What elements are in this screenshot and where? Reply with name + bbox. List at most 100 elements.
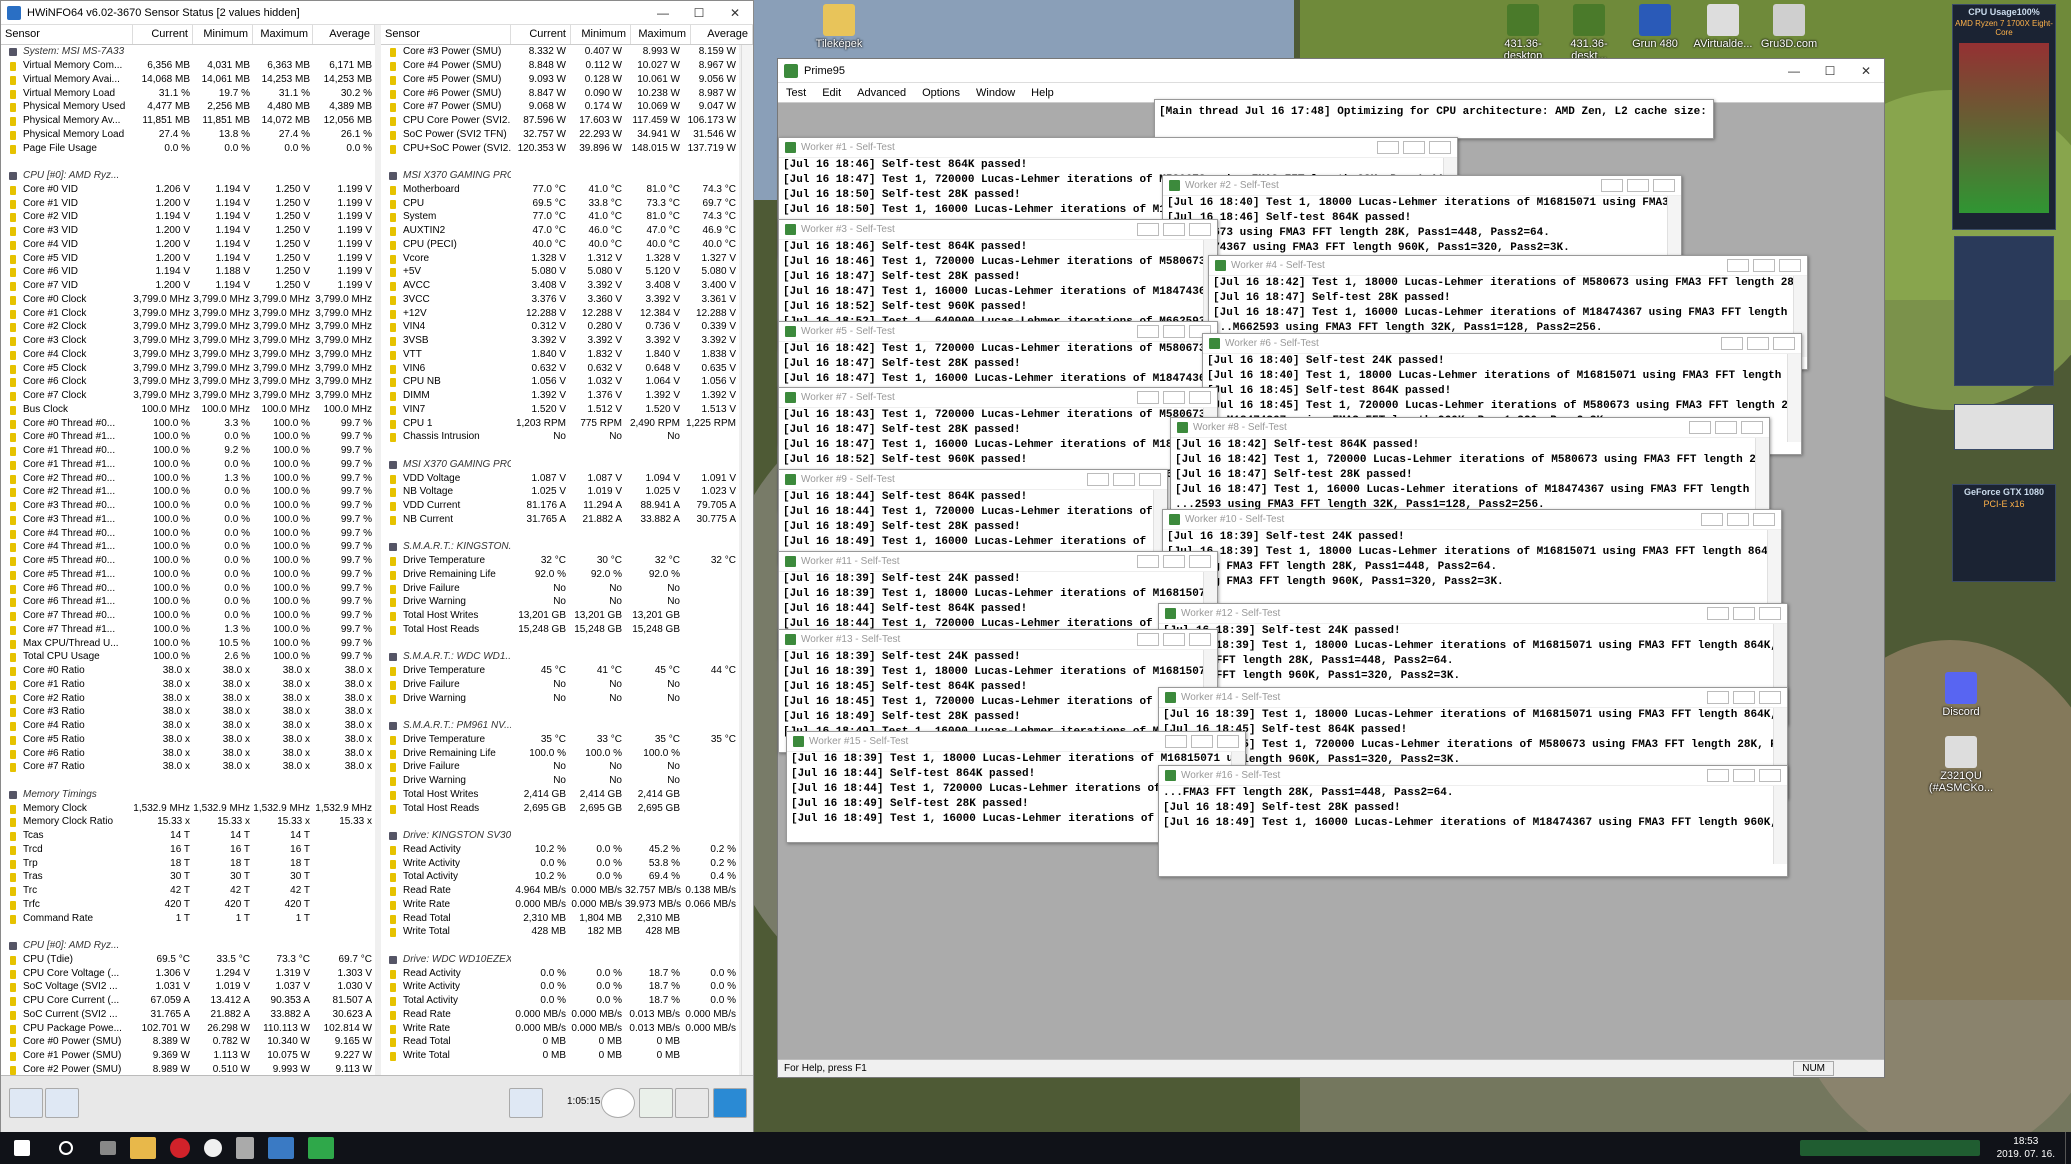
close-icon[interactable] [1189, 555, 1211, 568]
hwinfo-window[interactable]: HWiNFO64 v6.02-3670 Sensor Status [2 val… [0, 0, 754, 1133]
sensor-row[interactable]: Virtual Memory Com... 6,356 MB 4,031 MB 6,3… [1, 59, 375, 73]
header-current[interactable]: Current [133, 25, 193, 44]
sensor-group-header[interactable]: MSI X370 GAMING PRO... [381, 169, 739, 183]
header-maximum[interactable]: Maximum [253, 25, 313, 44]
sensor-row[interactable]: Core #2 Clock 3,799.0 MHz 3,799.0 MHz 3,799… [1, 320, 375, 334]
worker-titlebar[interactable]: Worker #16 - Self-Test [1159, 766, 1787, 786]
calculator-icon[interactable] [236, 1137, 254, 1159]
sensor-row[interactable]: Read Activity 10.2 % 0.0 % 45.2 % 0.2 % [381, 843, 739, 857]
header-minimum-2[interactable]: Minimum [571, 25, 631, 44]
sensor-row[interactable]: Core #7 Thread #0... 100.0 % 0.0 % 100.0 % 9… [1, 609, 375, 623]
hwinfo-taskbar-icon[interactable] [268, 1137, 294, 1159]
sensor-row[interactable]: Total Activity 10.2 % 0.0 % 69.4 % 0.4 % [381, 870, 739, 884]
minimize-icon[interactable] [1137, 223, 1159, 236]
minimize-icon[interactable] [1137, 325, 1159, 338]
worker-titlebar[interactable]: Worker #14 - Self-Test [1159, 688, 1787, 708]
nav-right-button[interactable] [45, 1088, 79, 1118]
worker-titlebar[interactable]: Worker #4 - Self-Test [1209, 256, 1807, 276]
sensor-row[interactable]: Core #6 VID 1.194 V 1.188 V 1.250 V 1.199 V [1, 265, 375, 279]
header-minimum[interactable]: Minimum [193, 25, 253, 44]
sensor-row[interactable]: Drive Failure No No No [381, 581, 739, 595]
sensor-row[interactable]: Core #7 Clock 3,799.0 MHz 3,799.0 MHz 3,799… [1, 389, 375, 403]
sensor-group-header[interactable]: S.M.A.R.T.: WDC WD1... [381, 650, 739, 664]
sensor-row[interactable]: Core #4 Thread #0... 100.0 % 0.0 % 100.0 % 9… [1, 526, 375, 540]
sensor-row[interactable]: VIN4 0.312 V 0.280 V 0.736 V 0.339 V [381, 320, 739, 334]
sensor-group-header[interactable]: CPU [#0]: AMD Ryz... [1, 939, 375, 953]
file-explorer-icon[interactable] [130, 1137, 156, 1159]
sensor-row[interactable]: Physical Memory Av... 11,851 MB 11,851 MB 1… [1, 114, 375, 128]
worker-titlebar[interactable]: Worker #13 - Self-Test [779, 630, 1217, 650]
hwinfo-sensor-list-left[interactable]: System: MSI MS-7A33 Virtual Memory Com...… [1, 45, 375, 1075]
worker-titlebar[interactable]: Worker #15 - Self-Test [787, 732, 1245, 752]
desktop-icon-tilekepek[interactable]: Tileképek [806, 4, 872, 50]
sensor-row[interactable]: Core #5 Thread #0... 100.0 % 0.0 % 100.0 % 9… [1, 554, 375, 568]
sensor-row[interactable]: Drive Warning No No No [381, 774, 739, 788]
maximize-icon[interactable] [1113, 473, 1135, 486]
maximize-icon[interactable] [1163, 555, 1185, 568]
prime95-taskbar-icon[interactable] [308, 1137, 334, 1159]
minimize-icon[interactable] [1727, 259, 1749, 272]
sensor-row[interactable]: Core #6 Thread #1... 100.0 % 0.0 % 100.0 % 9… [1, 595, 375, 609]
mini-gadget[interactable] [1954, 404, 2054, 450]
sensor-group-header[interactable]: System: MSI MS-7A33 [1, 45, 375, 59]
sensor-row[interactable]: Core #2 Power (SMU) 8.989 W 0.510 W 9.993 W… [1, 1063, 375, 1076]
sensor-row[interactable]: Write Total 0 MB 0 MB 0 MB [381, 1049, 739, 1063]
sensor-row[interactable]: Core #0 Power (SMU) 8.389 W 0.782 W 10.340 … [1, 1035, 375, 1049]
sensor-row[interactable]: CPU (PECI) 40.0 °C 40.0 °C 40.0 °C 40.0 °C [381, 238, 739, 252]
sensor-row[interactable]: Drive Warning No No No [381, 595, 739, 609]
sensor-row[interactable]: Trp 18 T 18 T 18 T [1, 856, 375, 870]
minimize-icon[interactable] [1689, 421, 1711, 434]
sensor-row[interactable]: Write Total 428 MB 182 MB 428 MB [381, 925, 739, 939]
sensor-row[interactable]: Drive Remaining Life 92.0 % 92.0 % 92.0 % [381, 568, 739, 582]
minimize-icon[interactable] [1377, 141, 1399, 154]
sensor-row[interactable]: Command Rate 1 T 1 T 1 T [1, 911, 375, 925]
sensor-row[interactable]: Tras 30 T 30 T 30 T [1, 870, 375, 884]
scrollbar[interactable] [1773, 786, 1787, 864]
sun-icon[interactable] [204, 1139, 222, 1157]
sensor-row[interactable]: Write Rate 0.000 MB/s 0.000 MB/s 39.973 MB/… [381, 898, 739, 912]
sensor-row[interactable]: Core #1 Thread #0... 100.0 % 9.2 % 100.0 % 9… [1, 444, 375, 458]
sensor-row[interactable]: Core #1 Ratio 38.0 x 38.0 x 38.0 x 38.0 x [1, 678, 375, 692]
close-icon[interactable]: ✕ [1848, 64, 1884, 78]
sensor-row[interactable]: Read Rate 0.000 MB/s 0.000 MB/s 0.013 MB/s 0… [381, 1008, 739, 1022]
sensor-row[interactable]: 3VCC 3.376 V 3.360 V 3.392 V 3.361 V [381, 293, 739, 307]
maximize-icon[interactable]: ☐ [681, 6, 717, 20]
close-icon[interactable] [1759, 607, 1781, 620]
sensor-row[interactable]: CPU Core Current (... 67.059 A 13.412 A 90.… [1, 994, 375, 1008]
worker-window[interactable]: Worker #16 - Self-Test ...FMA3 FFT length… [1158, 765, 1788, 877]
sensor-row[interactable]: SoC Power (SVI2 TFN) 32.757 W 22.293 W 34.9… [381, 128, 739, 142]
sensor-group-header[interactable]: S.M.A.R.T.: PM961 NV... [381, 719, 739, 733]
sensor-row[interactable]: Core #4 Thread #1... 100.0 % 0.0 % 100.0 % 9… [1, 540, 375, 554]
minimize-icon[interactable] [1707, 691, 1729, 704]
menu-edit[interactable]: Edit [814, 87, 849, 99]
task-view-icon[interactable] [100, 1141, 116, 1155]
close-icon[interactable] [1189, 633, 1211, 646]
header-average[interactable]: Average [313, 25, 375, 44]
sensor-row[interactable]: Write Rate 0.000 MB/s 0.000 MB/s 0.013 MB/s… [381, 1021, 739, 1035]
sensor-group-header[interactable]: MSI X370 GAMING PRO... [381, 458, 739, 472]
sensor-row[interactable]: AVCC 3.408 V 3.392 V 3.408 V 3.400 V [381, 279, 739, 293]
close-icon[interactable] [1653, 179, 1675, 192]
desktop-icon-virtualdesk[interactable]: AVirtualde... [1690, 4, 1756, 50]
sensor-row[interactable]: Core #6 Ratio 38.0 x 38.0 x 38.0 x 38.0 x [1, 746, 375, 760]
close-icon[interactable] [1759, 691, 1781, 704]
sensor-row[interactable]: Trcd 16 T 16 T 16 T [1, 843, 375, 857]
sensor-row[interactable]: Core #6 Power (SMU) 8.847 W 0.090 W 10.238 … [381, 86, 739, 100]
sensor-group-header[interactable]: Drive: KINGSTON SV30... [381, 829, 739, 843]
sensor-row[interactable]: Core #5 VID 1.200 V 1.194 V 1.250 V 1.199 V [1, 251, 375, 265]
sensor-row[interactable]: Drive Temperature 45 °C 41 °C 45 °C 44 °C [381, 664, 739, 678]
sensor-row[interactable]: System 77.0 °C 41.0 °C 81.0 °C 74.3 °C [381, 210, 739, 224]
sensor-row[interactable]: Core #4 Power (SMU) 8.848 W 0.112 W 10.027 … [381, 59, 739, 73]
header-sensor[interactable]: Sensor [1, 25, 133, 44]
sensor-row[interactable]: CPU Core Voltage (... 1.306 V 1.294 V 1.319… [1, 966, 375, 980]
sensor-group-header[interactable]: Drive: WDC WD10EZEX... [381, 953, 739, 967]
desktop-icon-grun[interactable]: Grun 480 [1622, 4, 1688, 50]
maximize-icon[interactable] [1403, 141, 1425, 154]
clock[interactable]: 18:53 2019. 07. 16. [1997, 1135, 2055, 1161]
sensor-row[interactable]: VIN7 1.520 V 1.512 V 1.520 V 1.513 V [381, 403, 739, 417]
maximize-icon[interactable] [1163, 391, 1185, 404]
maximize-icon[interactable] [1163, 633, 1185, 646]
hwinfo-titlebar[interactable]: HWiNFO64 v6.02-3670 Sensor Status [2 val… [1, 1, 753, 25]
header-sensor-2[interactable]: Sensor [381, 25, 511, 44]
maximize-icon[interactable] [1747, 337, 1769, 350]
